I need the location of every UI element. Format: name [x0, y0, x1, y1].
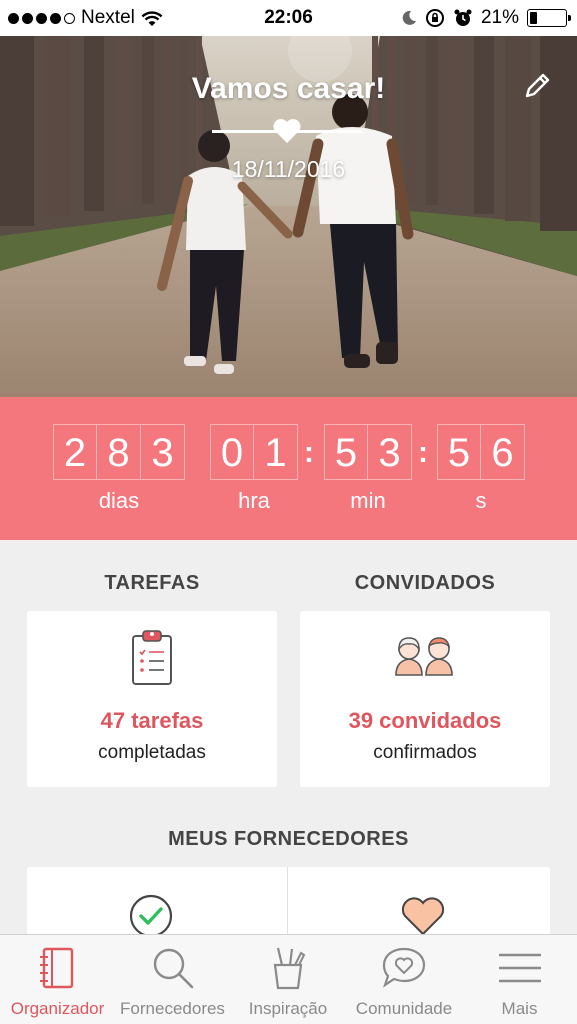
rotation-lock-icon [425, 9, 444, 27]
battery-percent: 21% [480, 7, 519, 28]
tab-label: Organizador [10, 999, 105, 1018]
tasks-heading: TAREFAS [104, 572, 200, 594]
heart-icon [273, 119, 301, 143]
time-separator: : [418, 436, 428, 469]
notebook-icon [39, 947, 73, 989]
minutes-digit: 3 [368, 424, 412, 480]
tab-label: Fornecedores [120, 999, 225, 1018]
tasks-subtitle: completadas [98, 742, 206, 763]
tab-organizador[interactable]: Organizador [0, 935, 115, 1024]
favorite-vendors-heart-icon[interactable] [400, 895, 446, 937]
minutes-label: min [350, 488, 386, 513]
tab-label: Mais [501, 999, 538, 1018]
guests-subtitle: confirmados [373, 742, 477, 763]
seconds-digit: 5 [437, 424, 481, 480]
tab-inspiracao[interactable]: Inspiração [230, 935, 346, 1024]
tab-label: Inspiração [248, 999, 328, 1018]
hours-label: hra [238, 488, 270, 513]
tab-label: Comunidade [355, 999, 453, 1018]
wedding-date: 18/11/2016 [231, 156, 346, 182]
battery-icon [527, 9, 571, 27]
days-digits: 2 8 3 [53, 424, 185, 480]
seconds-label: s [475, 488, 487, 513]
pencil-cup-icon [273, 947, 306, 990]
minutes-digit: 5 [324, 424, 368, 480]
hero-photo: Vamos casar! 18/11/2016 [0, 36, 577, 397]
status-bar: Nextel 22:06 21% [0, 0, 577, 36]
status-right: 21% [401, 7, 571, 29]
countdown-panel: 2 8 3 0 1 5 3 5 6 [0, 397, 577, 540]
minutes-digits: 5 3 [324, 424, 412, 480]
guests-icon [395, 637, 453, 676]
vendors-heading: MEUS FORNECEDORES [168, 828, 409, 850]
days-digit: 3 [141, 424, 185, 480]
hours-digit: 0 [210, 424, 254, 480]
guests-card[interactable]: 39 convidados confirmados [300, 611, 550, 787]
tasks-count: 47 tarefas [100, 708, 204, 733]
hours-digits: 0 1 [210, 424, 298, 480]
clipboard-icon [132, 630, 172, 685]
tab-bar: Organizador Fornecedores Inspiração Comu… [0, 934, 577, 1024]
hired-vendors-check-icon[interactable] [128, 893, 174, 939]
seconds-digit: 6 [481, 424, 525, 480]
moon-icon [402, 10, 416, 25]
guests-count: 39 convidados [348, 708, 502, 733]
hours-digit: 1 [254, 424, 298, 480]
wedding-title: Vamos casar! [191, 72, 386, 105]
days-label: dias [98, 488, 140, 513]
seconds-digits: 5 6 [437, 424, 525, 480]
edit-pencil-icon[interactable] [521, 70, 553, 102]
chat-heart-icon [382, 947, 426, 988]
guests-heading: CONVIDADOS [354, 572, 496, 594]
search-icon [153, 948, 193, 989]
time-separator: : [304, 436, 314, 469]
days-digit: 2 [53, 424, 97, 480]
tasks-card[interactable]: 47 tarefas completadas [27, 611, 277, 787]
tab-comunidade[interactable]: Comunidade [346, 935, 462, 1024]
menu-icon [498, 953, 541, 983]
alarm-icon [454, 9, 472, 26]
tab-mais[interactable]: Mais [462, 935, 577, 1024]
tab-fornecedores[interactable]: Fornecedores [115, 935, 230, 1024]
days-digit: 8 [97, 424, 141, 480]
